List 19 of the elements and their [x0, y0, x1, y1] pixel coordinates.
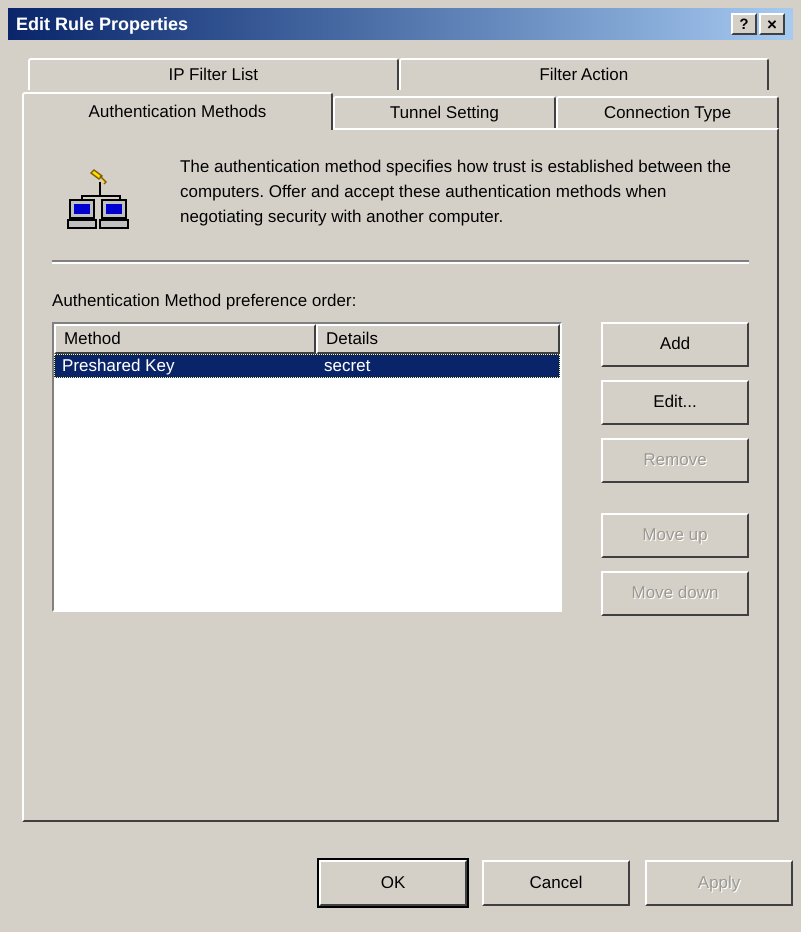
description-text: The authentication method specifies how trust is established between the computers. Offer and accept these authentication methods when negotiating security with another computer.	[180, 156, 732, 228]
list-label: Authentication Method preference order:	[52, 290, 358, 312]
tab[interactable]: IP Filter List	[28, 58, 398, 90]
tab[interactable]: Connection Type	[556, 96, 780, 128]
list-row[interactable]: Preshared Key secret	[54, 354, 560, 378]
dialog-button[interactable]: Cancel	[482, 860, 630, 906]
close-button[interactable]: ×	[759, 13, 785, 35]
table-cell-text: secret	[323, 354, 372, 377]
tab[interactable]: Tunnel Setting	[332, 96, 556, 128]
column-header[interactable]: Method	[54, 324, 316, 354]
tab[interactable]: Filter Action	[398, 58, 769, 90]
table-cell-text: Preshared Key	[61, 354, 176, 377]
default-button[interactable]: OK	[319, 860, 467, 906]
column-header[interactable]: Details	[316, 324, 560, 354]
help-button[interactable]: ?	[731, 13, 757, 35]
window-title: Edit Rule Properties	[16, 12, 190, 36]
tab[interactable]: Authentication Methods	[22, 92, 333, 130]
dialog-button[interactable]: Edit...	[601, 380, 749, 424]
dialog-button[interactable]: Add	[601, 322, 749, 366]
